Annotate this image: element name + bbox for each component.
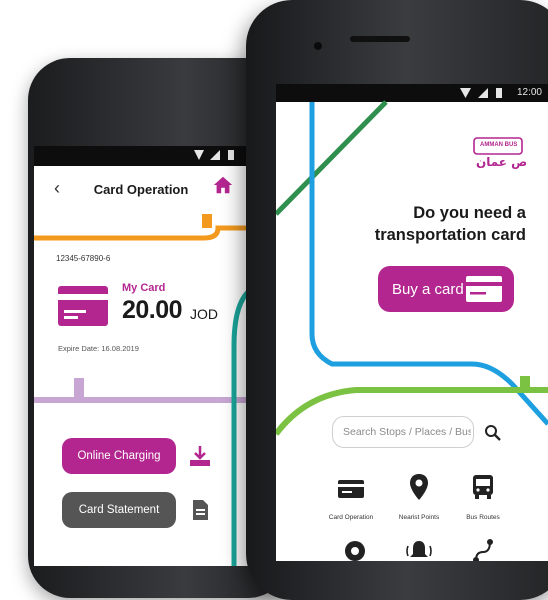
bus-icon[interactable] [468, 472, 498, 502]
download-icon[interactable] [188, 444, 212, 468]
search-input[interactable] [332, 416, 474, 448]
card-balance: 20.00 [122, 296, 183, 324]
home-icon[interactable] [212, 174, 234, 196]
back-phone-screen: ‹ Card Operation 12345-67890-6 My Card 2… [34, 146, 248, 566]
document-icon[interactable] [188, 498, 212, 522]
map-pin-icon[interactable] [404, 472, 434, 502]
svg-text:باص عمان: باص عمان [476, 155, 526, 169]
card-icon[interactable] [336, 474, 366, 504]
earpiece-speaker [350, 36, 410, 42]
camera-lens [314, 42, 322, 50]
amman-bus-logo: AMMAN BUS باص عمان [473, 137, 526, 169]
headline: Do you need a transportation card [346, 202, 526, 246]
front-phone-screen: 12:00 AMMAN BUS باص عمان Do you need a t… [276, 84, 548, 561]
route-icon[interactable] [468, 536, 498, 561]
card-number: 12345-67890-6 [56, 254, 111, 263]
buy-card-label: Buy a card [392, 280, 464, 298]
grid-label-card-operation[interactable]: Card Operation [316, 514, 386, 521]
expire-date: Expire Date: 16.08.2019 [58, 344, 139, 353]
grid-label-bus-routes[interactable]: Bus Routes [448, 514, 518, 521]
my-card-label: My Card [122, 282, 166, 294]
card-icon [466, 276, 502, 302]
camera-icon[interactable] [340, 536, 370, 561]
headline-line-1: Do you need a [413, 204, 526, 222]
online-charging-button[interactable]: Online Charging [62, 438, 176, 474]
svg-text:AMMAN BUS: AMMAN BUS [480, 142, 517, 148]
balance-currency: JOD [190, 306, 218, 322]
grid-label-nearist-points[interactable]: Nearist Points [384, 514, 454, 521]
headline-line-2: transportation card [374, 226, 526, 244]
card-icon [58, 286, 108, 326]
buy-card-button[interactable]: Buy a card [378, 266, 514, 312]
card-statement-button[interactable]: Card Statement [62, 492, 176, 528]
search-icon[interactable] [484, 424, 502, 442]
notification-bell-icon[interactable] [404, 536, 434, 561]
